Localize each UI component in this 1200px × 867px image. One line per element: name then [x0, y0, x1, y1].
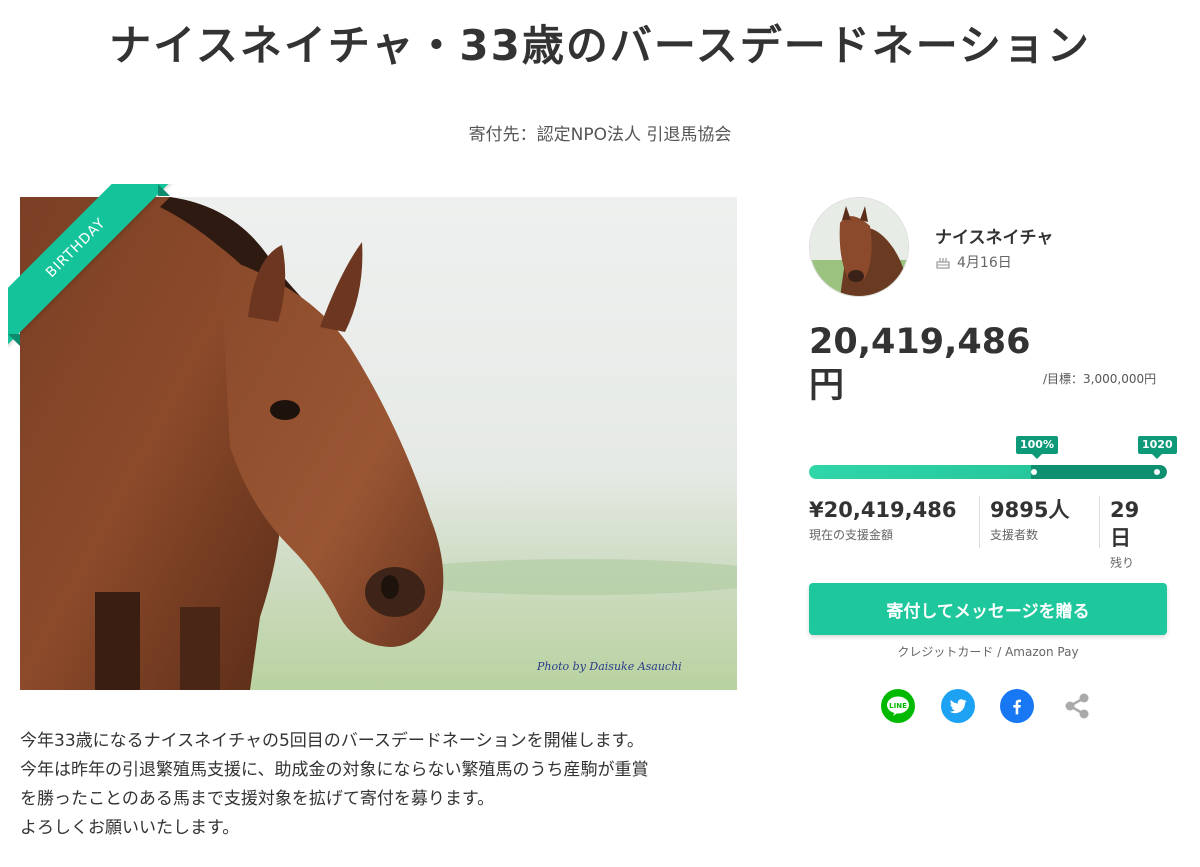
avatar[interactable]: [809, 197, 909, 297]
share-twitter-button[interactable]: [941, 689, 975, 723]
share-icon: [1065, 693, 1089, 719]
stat-amount: ¥20,419,486 現在の支援金額: [809, 496, 979, 548]
progress-bar: [809, 465, 1167, 479]
avatar-image: [810, 198, 908, 296]
raised-amount: 20,419,486円: [809, 322, 1031, 406]
description-line: 今年33歳になるナイスネイチャの5回目のバースデードネーションを開催します。: [20, 731, 644, 751]
progress-marker-current: [1154, 469, 1160, 475]
donate-button[interactable]: 寄付してメッセージを贈る: [809, 583, 1167, 635]
cake-icon: [936, 258, 950, 269]
share-facebook-button[interactable]: [1000, 689, 1034, 723]
ribbon-fold: [8, 334, 20, 346]
description-line: よろしくお願いいたします。: [20, 818, 240, 838]
birthday-info: 4月16日: [935, 252, 1012, 272]
stat-label: 支援者数: [990, 528, 1039, 542]
horse-name: ナイスネイチャ: [935, 228, 1054, 248]
progress-fill: [809, 465, 1167, 479]
progress-marker-100: [1031, 469, 1037, 475]
goal-amount: /目標：3,000,000円: [1043, 372, 1157, 386]
page-title: ナイスネイチャ・33歳のバースデードネーション: [109, 21, 1091, 70]
campaign-description: 今年33歳になるナイスネイチャの5回目のバースデードネーションを開催します。 今…: [20, 727, 740, 843]
ribbon-fold: [158, 184, 170, 196]
payment-methods: クレジットカード / Amazon Pay: [897, 645, 1079, 659]
line-icon-label: LINE: [889, 702, 907, 710]
stat-value: 29日: [1110, 498, 1140, 550]
stats-row: ¥20,419,486 現在の支援金額 9895人 支援者数 29日 残り: [809, 496, 1169, 570]
description-line: を勝ったことのある馬まで支援対象を拡げて寄付を募ります。: [20, 789, 495, 809]
share-generic-button[interactable]: [1060, 689, 1094, 723]
progress-badge-current: 1020: [1138, 436, 1177, 459]
birthday-ribbon: BIRTHDAY: [8, 184, 178, 354]
description-line: 今年は昨年の引退繁殖馬支援に、助成金の対象にならない繁殖馬のうち産駒が重賞: [20, 760, 649, 780]
stat-value: 9895人: [990, 498, 1070, 522]
stat-supporters: 9895人 支援者数: [979, 496, 1099, 548]
stat-label: 残り: [1110, 556, 1135, 570]
photo-credit: Photo by Daisuke Asauchi: [537, 660, 682, 673]
birthday-date: 4月16日: [957, 255, 1012, 271]
facebook-icon: [1013, 699, 1021, 715]
share-line-button[interactable]: LINE: [881, 689, 915, 723]
progress-badge-100: 100%: [1016, 436, 1058, 459]
stat-remaining: 29日 残り: [1099, 496, 1169, 570]
line-icon: LINE: [887, 696, 909, 716]
twitter-icon: [949, 699, 967, 714]
stat-value: ¥20,419,486: [809, 498, 957, 522]
recipient-label: 寄付先：認定NPO法人 引退馬協会: [468, 125, 732, 145]
birthday-ribbon-label: BIRTHDAY: [8, 184, 175, 347]
stat-label: 現在の支援金額: [809, 528, 894, 542]
